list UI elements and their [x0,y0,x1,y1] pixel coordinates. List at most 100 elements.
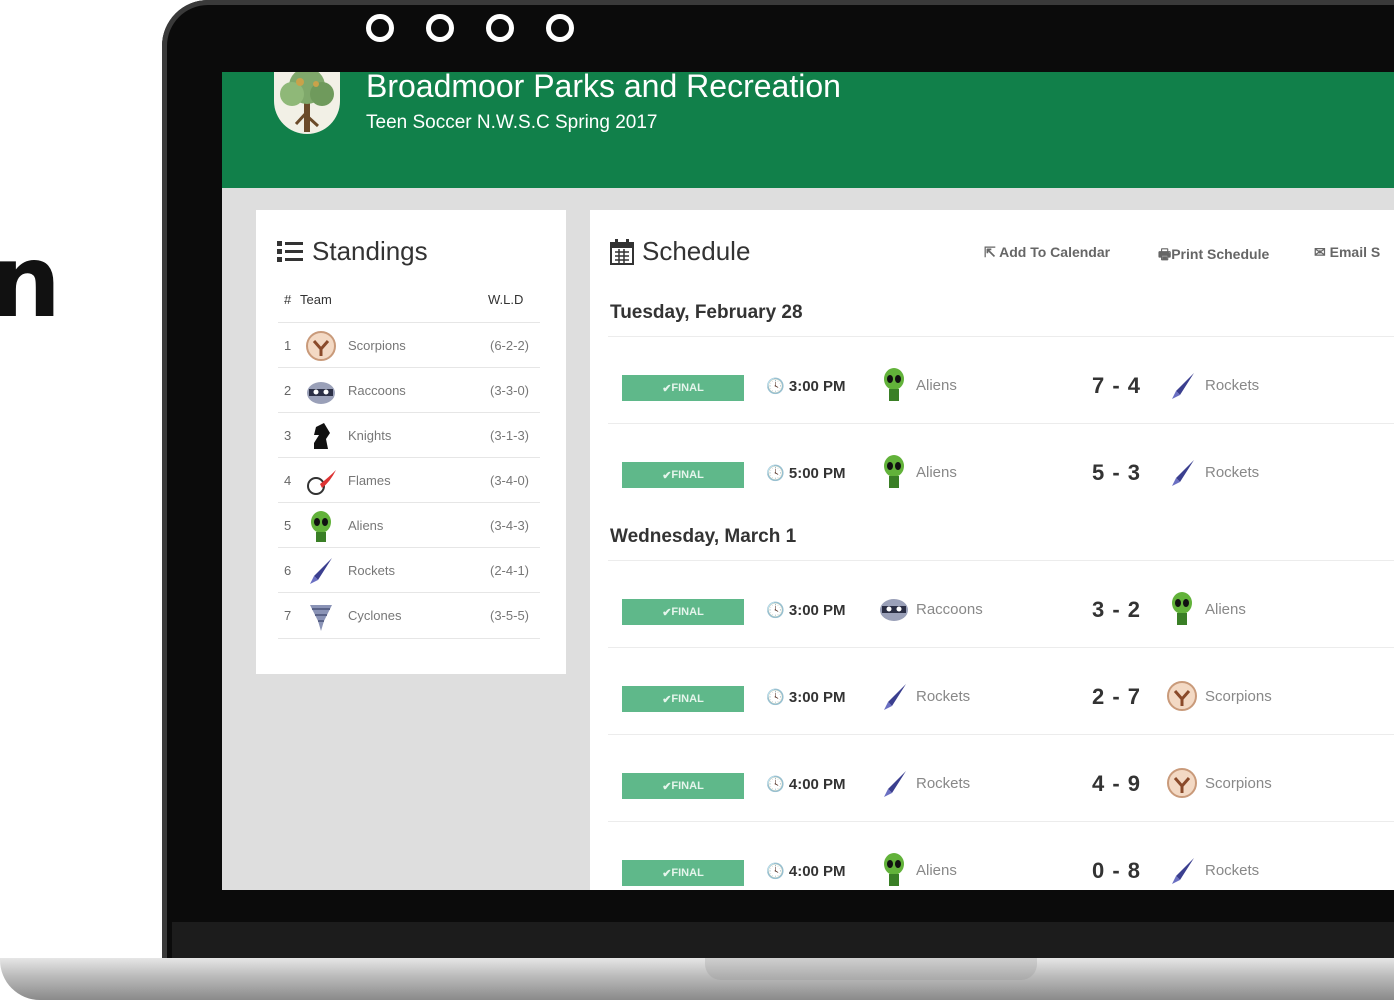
check-icon: ✔ [662,780,672,793]
team-record: (3-5-5) [490,608,530,623]
game-time: 🕓 3:00 PM [766,601,846,619]
add-to-calendar-label: Add To Calendar [999,244,1111,260]
away-team[interactable]: Aliens [1205,601,1246,618]
org-title: Broadmoor Parks and Recreation [366,72,841,104]
team-name[interactable]: Raccoons [348,383,406,398]
rank: 1 [284,338,292,353]
check-icon: ✔ [662,693,672,706]
scorpion-icon [306,331,336,361]
window-dots [366,14,574,42]
game-row[interactable]: ✔ FINAL 🕓 3:00 PM Rockets 2 - 7 Scorpions [608,647,1394,734]
away-team[interactable]: Rockets [1205,377,1259,394]
standings-row[interactable]: 2 Raccoons (3-3-0) [278,367,540,413]
final-status-badge: ✔ FINAL [622,462,744,488]
team-record: (3-4-3) [490,518,530,533]
home-team[interactable]: Rockets [916,688,970,705]
team-name[interactable]: Rockets [348,563,395,578]
window-dot-icon [546,14,574,42]
standings-row[interactable]: 5 Aliens (3-4-3) [278,502,540,548]
standings-row[interactable]: 4 Flames (3-4-0) [278,457,540,503]
scorpion-icon [1167,768,1197,798]
email-schedule-link[interactable]: ✉ Email S [1314,244,1380,261]
add-to-calendar-link[interactable]: ⇱ Add To Calendar [984,244,1110,261]
calendar-icon [610,238,634,265]
time-label: 4:00 PM [788,863,846,880]
alien-icon [884,455,904,488]
team-name[interactable]: Scorpions [348,338,406,353]
home-team[interactable]: Aliens [916,464,957,481]
cyclone-icon [310,605,332,631]
clock-icon: 🕓 [766,602,789,619]
window-dot-icon [426,14,454,42]
knight-icon [314,423,330,449]
col-wld-header: W.L.D [488,292,524,307]
game-score: 5 - 3 [1092,460,1142,485]
rocket-icon [1172,373,1194,399]
rocket-icon [310,558,332,584]
home-team[interactable]: Raccoons [916,601,983,618]
game-score: 2 - 7 [1092,684,1142,709]
time-label: 4:00 PM [788,776,846,793]
time-label: 3:00 PM [788,378,846,395]
status-label: FINAL [671,780,704,792]
team-record: (3-1-3) [490,428,530,443]
team-name[interactable]: Cyclones [348,608,401,623]
team-record: (3-4-0) [490,473,530,488]
away-team[interactable]: Rockets [1205,464,1259,481]
team-record: (2-4-1) [490,563,530,578]
rank: 6 [284,563,292,578]
game-row[interactable]: ✔ FINAL 🕓 4:00 PM Aliens 0 - 8 Rockets [608,821,1394,890]
standings-row[interactable]: 3 Knights (3-1-3) [278,412,540,458]
away-team[interactable]: Rockets [1205,862,1259,879]
print-schedule-label: Print Schedule [1171,246,1270,262]
rocket-icon [1172,858,1194,884]
clock-icon: 🕓 [766,689,789,706]
email-schedule-label: Email S [1329,244,1381,260]
home-team[interactable]: Aliens [916,377,957,394]
partial-heading-letter: n [0,223,62,340]
team-name[interactable]: Aliens [348,518,383,533]
home-team[interactable]: Rockets [916,775,970,792]
status-label: FINAL [671,382,704,394]
final-status-badge: ✔ FINAL [622,686,744,712]
game-row[interactable]: ✔ FINAL 🕓 3:00 PM Aliens 7 - 4 Rockets [608,336,1394,423]
away-team[interactable]: Scorpions [1205,688,1272,705]
home-team[interactable]: Aliens [916,862,957,879]
clock-icon: 🕓 [766,465,789,482]
game-time: 🕓 4:00 PM [766,862,846,880]
status-label: FINAL [671,693,704,705]
game-row[interactable]: ✔ FINAL 🕓 4:00 PM Rockets 4 - 9 Scorpions [608,734,1394,821]
standings-row[interactable]: 7 Cyclones (3-5-5) [278,592,540,639]
scorpion-icon [1167,681,1197,711]
team-record: (3-3-0) [490,383,530,398]
alien-icon [311,511,331,542]
standings-row[interactable]: 1 Scorpions (6-2-2) [278,322,540,368]
game-score: 0 - 8 [1092,858,1142,883]
game-row[interactable]: ✔ FINAL 🕓 5:00 PM Aliens 5 - 3 Rockets [608,423,1394,510]
final-status-badge: ✔ FINAL [622,860,744,886]
schedule-heading: Schedule [610,236,750,267]
clock-icon: 🕓 [766,378,789,395]
team-name[interactable]: Flames [348,473,391,488]
check-icon: ✔ [662,382,672,395]
col-rank-header: # [284,292,292,307]
final-status-badge: ✔ FINAL [622,375,744,401]
tree-logo-icon [274,72,340,134]
time-label: 3:00 PM [788,689,846,706]
print-schedule-link[interactable]: 🖶Print Schedule [1158,244,1269,268]
standings-row[interactable]: 6 Rockets (2-4-1) [278,547,540,593]
away-team[interactable]: Scorpions [1205,775,1272,792]
rank: 4 [284,473,292,488]
window-dot-icon [366,14,394,42]
raccoon-icon [307,382,335,404]
game-row[interactable]: ✔ FINAL 🕓 3:00 PM Raccoons 3 - 2 Aliens [608,560,1394,647]
time-label: 3:00 PM [788,602,846,619]
final-status-badge: ✔ FINAL [622,599,744,625]
team-name[interactable]: Knights [348,428,391,443]
alien-icon [1172,592,1192,625]
window-dot-icon [486,14,514,42]
date-heading: Tuesday, February 28 [610,302,803,323]
col-team-header: Team [300,292,332,307]
rocket-icon [884,771,906,797]
laptop-base [0,958,1394,1000]
